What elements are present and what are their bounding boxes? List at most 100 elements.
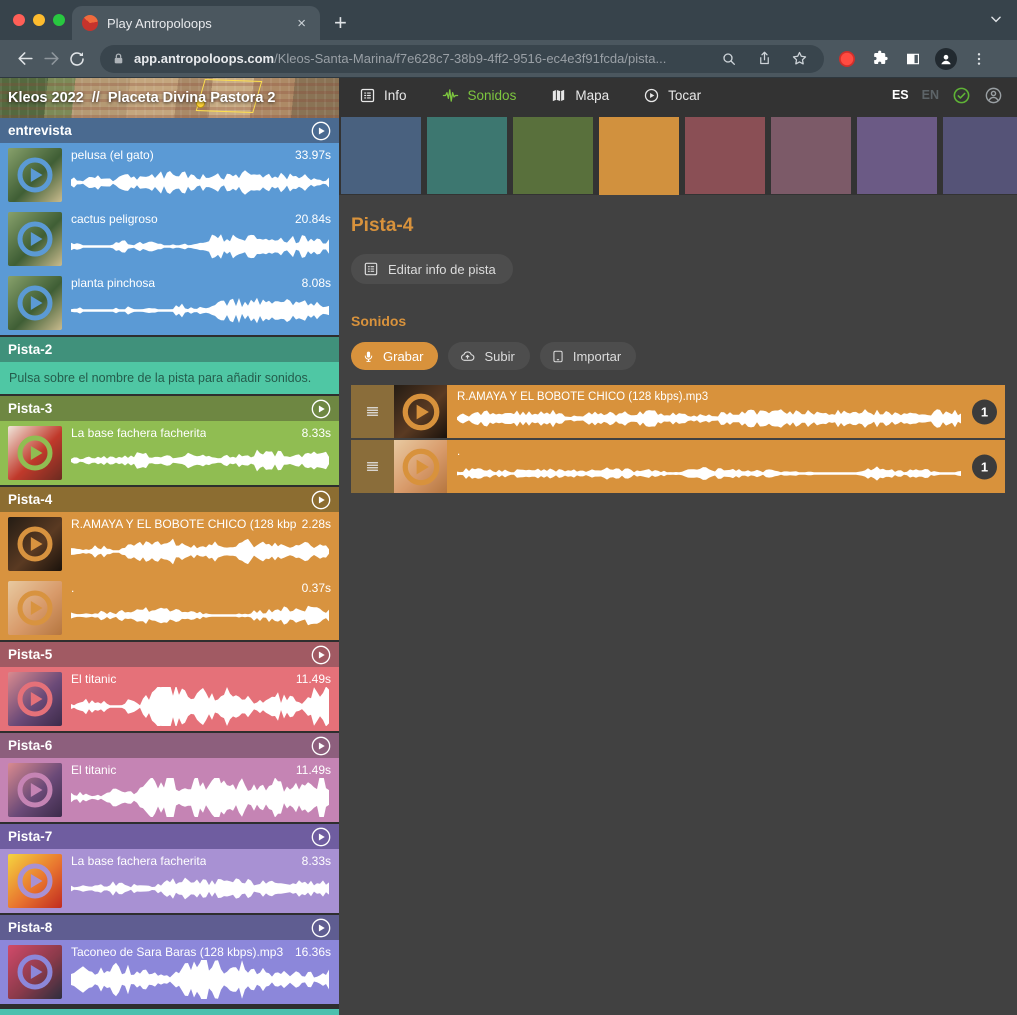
profile-avatar-icon[interactable]	[933, 46, 959, 72]
clip-name: El titanic	[71, 763, 116, 778]
clip-row[interactable]: La base fachera facherita8.33s	[0, 849, 339, 913]
play-icon[interactable]	[15, 861, 55, 901]
browser-menu-icon[interactable]	[966, 46, 992, 72]
clip-row[interactable]: cactus peligroso20.84s	[0, 207, 339, 271]
track-header[interactable]: Pista-4	[0, 487, 339, 512]
record-icon[interactable]	[834, 46, 860, 72]
track-header[interactable]: Pista-2	[0, 337, 339, 362]
clip-row[interactable]: La base fachera facherita8.33s	[0, 421, 339, 485]
split-view-icon[interactable]	[900, 46, 926, 72]
tab-close-icon[interactable]: ×	[293, 14, 310, 33]
play-icon[interactable]	[400, 446, 442, 488]
track-color-swatch[interactable]	[341, 117, 421, 194]
new-tab-button[interactable]: +	[334, 13, 347, 33]
clip-thumbnail[interactable]	[8, 854, 62, 908]
play-icon[interactable]	[15, 283, 55, 323]
clip-thumbnail[interactable]	[8, 945, 62, 999]
play-track-icon[interactable]	[311, 399, 331, 419]
back-icon[interactable]	[12, 46, 38, 72]
play-icon[interactable]	[15, 952, 55, 992]
clip-thumbnail[interactable]	[8, 212, 62, 266]
bookmark-star-icon[interactable]	[786, 46, 812, 72]
track-color-swatch[interactable]	[427, 117, 507, 194]
clip-row[interactable]: .0.37s	[0, 576, 339, 640]
drag-handle[interactable]	[351, 440, 394, 493]
play-icon[interactable]	[15, 219, 55, 259]
clip-thumbnail[interactable]	[8, 426, 62, 480]
reload-icon[interactable]	[64, 46, 90, 72]
play-icon[interactable]	[15, 155, 55, 195]
clip-row[interactable]: pelusa (el gato)33.97s	[0, 143, 339, 207]
clip-thumbnail[interactable]	[8, 763, 62, 817]
play-track-icon[interactable]	[311, 645, 331, 665]
play-track-icon[interactable]	[311, 121, 331, 141]
play-track-icon[interactable]	[311, 918, 331, 938]
next-track-header-strip[interactable]	[0, 1009, 339, 1015]
info-list-icon	[363, 261, 379, 277]
track-color-swatch[interactable]	[513, 117, 593, 194]
url-bar[interactable]: app.antropoloops.com/Kleos-Santa-Marina/…	[100, 45, 824, 73]
zoom-window-button[interactable]	[53, 14, 65, 26]
track-color-swatch[interactable]	[943, 117, 1017, 194]
clip-row[interactable]: Taconeo de Sara Baras (128 kbps).mp316.3…	[0, 940, 339, 1004]
track-header[interactable]: Pista-5	[0, 642, 339, 667]
clip-row[interactable]: planta pinchosa8.08s	[0, 271, 339, 335]
tab-mapa[interactable]: Mapa	[550, 87, 609, 104]
tab-search-chevron-icon[interactable]	[989, 12, 1003, 26]
clip-thumbnail[interactable]	[8, 148, 62, 202]
edit-track-info-button[interactable]: Editar info de pista	[351, 254, 513, 284]
play-track-icon[interactable]	[311, 827, 331, 847]
track-color-swatch[interactable]	[599, 117, 679, 195]
play-icon[interactable]	[15, 433, 55, 473]
sound-row[interactable]: .1	[351, 440, 1005, 493]
clip-row[interactable]: R.AMAYA Y EL BOBOTE CHICO (128 kbps)....…	[0, 512, 339, 576]
play-icon[interactable]	[15, 588, 55, 628]
drag-handle[interactable]	[351, 385, 394, 438]
check-circle-icon[interactable]	[952, 86, 971, 105]
clip-thumbnail[interactable]	[8, 581, 62, 635]
play-icon[interactable]	[15, 770, 55, 810]
account-circle-icon[interactable]	[984, 86, 1003, 105]
lang-es[interactable]: ES	[892, 88, 909, 102]
page-title: Pista-4	[351, 215, 1005, 237]
upload-sound-button[interactable]: Subir	[448, 342, 529, 370]
track-color-swatch[interactable]	[771, 117, 851, 194]
play-circle-icon	[643, 87, 660, 104]
browser-tab[interactable]: Play Antropoloops ×	[72, 6, 320, 40]
close-window-button[interactable]	[13, 14, 25, 26]
track-color-swatch[interactable]	[685, 117, 765, 194]
minimize-window-button[interactable]	[33, 14, 45, 26]
track-header[interactable]: Pista-8	[0, 915, 339, 940]
breadcrumb-project[interactable]: Kleos 2022	[8, 90, 84, 106]
track-header[interactable]: entrevista	[0, 118, 339, 143]
project-map-header[interactable]: Kleos 2022 // Placeta Divina Pastora 2	[0, 78, 339, 118]
play-icon[interactable]	[15, 679, 55, 719]
extensions-puzzle-icon[interactable]	[867, 46, 893, 72]
clip-thumbnail[interactable]	[8, 276, 62, 330]
clip-row[interactable]: El titanic11.49s	[0, 758, 339, 822]
play-track-icon[interactable]	[311, 736, 331, 756]
lang-en[interactable]: EN	[922, 88, 939, 102]
clip-row[interactable]: El titanic11.49s	[0, 667, 339, 731]
tab-sonidos[interactable]: Sonidos	[441, 87, 517, 104]
sound-thumbnail[interactable]	[394, 440, 447, 493]
track-header[interactable]: Pista-3	[0, 396, 339, 421]
track-header[interactable]: Pista-7	[0, 824, 339, 849]
forward-icon[interactable]	[38, 46, 64, 72]
track-color-swatch[interactable]	[857, 117, 937, 194]
track-header[interactable]: Pista-6	[0, 733, 339, 758]
sound-thumbnail[interactable]	[394, 385, 447, 438]
import-sound-button[interactable]: Importar	[540, 342, 636, 370]
play-icon[interactable]	[15, 524, 55, 564]
record-sound-button[interactable]: Grabar	[351, 342, 438, 370]
zoom-icon[interactable]	[716, 46, 742, 72]
sound-row[interactable]: R.AMAYA Y EL BOBOTE CHICO (128 kbps).mp3…	[351, 385, 1005, 438]
clip-thumbnail[interactable]	[8, 517, 62, 571]
play-icon[interactable]	[400, 391, 442, 433]
track-body: Taconeo de Sara Baras (128 kbps).mp316.3…	[0, 940, 339, 1004]
share-icon[interactable]	[751, 46, 777, 72]
tab-tocar[interactable]: Tocar	[643, 87, 701, 104]
clip-thumbnail[interactable]	[8, 672, 62, 726]
tab-info[interactable]: Info	[359, 87, 407, 104]
play-track-icon[interactable]	[311, 490, 331, 510]
